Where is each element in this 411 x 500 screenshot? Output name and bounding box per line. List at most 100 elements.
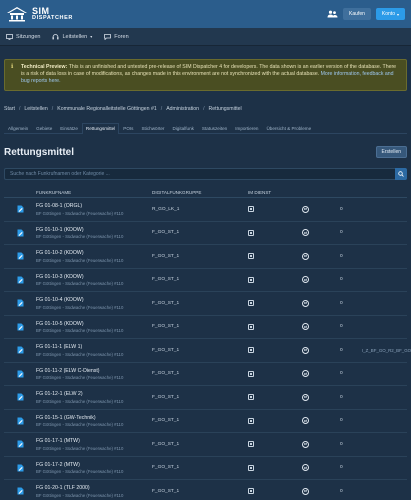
tab-pois[interactable]: POIs bbox=[119, 123, 137, 134]
table-row[interactable]: FG 01-10-5 (KDOW) BF Göttingen - Südwach… bbox=[4, 316, 407, 339]
status-circle-icon[interactable]: ⇄ bbox=[302, 440, 309, 448]
breadcrumb-administration[interactable]: Administration bbox=[166, 106, 199, 112]
nav-foren[interactable]: Foren bbox=[104, 34, 129, 40]
table-row[interactable]: FG 01-17-2 (MTW) BF Göttingen - Südwache… bbox=[4, 457, 407, 480]
status-circle-icon[interactable]: ⇄ bbox=[302, 417, 309, 425]
im-dienst-checkbox-icon[interactable] bbox=[248, 253, 254, 260]
vehicle-name[interactable]: FG 01-20-1 (TLF 2000) bbox=[36, 485, 152, 491]
konto-button[interactable]: Konto ▾ bbox=[375, 8, 405, 20]
nav-sitzungen[interactable]: Sitzungen bbox=[6, 34, 40, 40]
nav-leitstellen[interactable]: Leitstellen ▾ bbox=[52, 34, 92, 40]
status-circle-icon[interactable]: ⇄ bbox=[302, 346, 309, 354]
table-row[interactable]: FG 01-10-1 (KDOW) BF Göttingen - Südwach… bbox=[4, 222, 407, 245]
tab-digitalfunk[interactable]: Digitalfunk bbox=[168, 123, 197, 134]
search-input[interactable] bbox=[4, 168, 395, 180]
vehicle-name[interactable]: FG 01-17-1 (MTW) bbox=[36, 438, 152, 444]
edit-document-icon[interactable] bbox=[17, 464, 24, 472]
status-circle-icon[interactable]: ⇄ bbox=[302, 464, 309, 472]
breadcrumb-leitstellen[interactable]: Leitstellen bbox=[24, 106, 47, 112]
column-funkrufname[interactable]: FUNKRUFNAME bbox=[36, 190, 152, 195]
tab-rettungsmittel[interactable]: Rettungsmittel bbox=[81, 122, 120, 134]
tab-importieren[interactable]: Importieren bbox=[231, 123, 262, 134]
vehicle-name[interactable]: FG 01-10-2 (KDOW) bbox=[36, 250, 152, 256]
table-row[interactable]: FG 01-15-1 (GW-Technik) BF Göttingen - S… bbox=[4, 410, 407, 433]
vehicle-count: 0 bbox=[340, 418, 343, 424]
breadcrumb-leitstelle[interactable]: Kommunale Regionalleitstelle Göttingen #… bbox=[57, 106, 157, 112]
edit-document-icon[interactable] bbox=[17, 393, 24, 401]
table-row[interactable]: FG 01-10-4 (KDOW) BF Göttingen - Südwach… bbox=[4, 292, 407, 316]
column-digitalfunkgruppe[interactable]: DIGITALFUNKGRUPPE bbox=[152, 190, 248, 195]
vehicle-name[interactable]: FG 01-11-2 (ELW C-Dienst) bbox=[36, 368, 152, 374]
vehicle-name[interactable]: FG 01-11-1 (ELW 1) bbox=[36, 344, 152, 350]
vehicle-name[interactable]: FG 01-10-1 (KDOW) bbox=[36, 227, 152, 233]
edit-document-icon[interactable] bbox=[17, 252, 24, 260]
table-row[interactable]: FG 01-11-2 (ELW C-Dienst) BF Göttingen -… bbox=[4, 363, 407, 386]
vehicle-name[interactable]: FG 01-15-1 (GW-Technik) bbox=[36, 415, 152, 421]
status-circle-icon[interactable]: ⇄ bbox=[302, 276, 309, 284]
tab-statuszeiten[interactable]: Statuszeiten bbox=[198, 123, 231, 134]
tab-stichwoerter[interactable]: Stichwörter bbox=[137, 123, 168, 134]
status-circle-icon[interactable]: ⇄ bbox=[302, 299, 309, 307]
vehicle-group: R_GO_LK_1 bbox=[152, 206, 180, 212]
edit-document-icon[interactable] bbox=[17, 440, 24, 448]
status-circle-icon[interactable]: ⇄ bbox=[302, 487, 309, 495]
edit-document-icon[interactable] bbox=[17, 299, 24, 307]
im-dienst-checkbox-icon[interactable] bbox=[248, 276, 254, 283]
edit-document-icon[interactable] bbox=[17, 323, 24, 331]
status-circle-icon[interactable]: ⇄ bbox=[302, 370, 309, 378]
im-dienst-checkbox-icon[interactable] bbox=[248, 370, 254, 377]
vehicle-name[interactable]: FG 01-17-2 (MTW) bbox=[36, 462, 152, 468]
table-row[interactable]: FG 01-10-3 (KDOW) BF Göttingen - Südwach… bbox=[4, 269, 407, 292]
vehicle-count: 0 bbox=[340, 394, 343, 400]
page-title: Rettungsmittel bbox=[4, 146, 74, 158]
im-dienst-checkbox-icon[interactable] bbox=[248, 206, 254, 213]
im-dienst-checkbox-icon[interactable] bbox=[248, 229, 254, 236]
nav-leitstellen-label: Leitstellen bbox=[62, 33, 88, 40]
im-dienst-checkbox-icon[interactable] bbox=[248, 488, 254, 495]
vehicle-name[interactable]: FG 01-10-5 (KDOW) bbox=[36, 321, 152, 327]
table-row[interactable]: FG 01-17-1 (MTW) BF Göttingen - Südwache… bbox=[4, 433, 407, 457]
vehicle-name[interactable]: FG 01-12-1 (ELW 2) bbox=[36, 391, 152, 397]
tab-gebiete[interactable]: Gebiete bbox=[32, 123, 56, 134]
table-row[interactable]: FG 01-08-1 (ORGL) BF Göttingen - Südwach… bbox=[4, 198, 407, 222]
status-circle-icon[interactable]: ⇄ bbox=[302, 229, 309, 237]
im-dienst-checkbox-icon[interactable] bbox=[248, 464, 254, 471]
edit-document-icon[interactable] bbox=[17, 205, 24, 213]
app-logo[interactable]: SIM DISPATCHER bbox=[6, 6, 73, 22]
column-im-dienst[interactable]: IM DIENST bbox=[248, 190, 302, 195]
im-dienst-checkbox-icon[interactable] bbox=[248, 300, 254, 307]
sim-dispatcher-logo-icon bbox=[7, 7, 27, 22]
table-row[interactable]: FG 01-12-1 (ELW 2) BF Göttingen - Südwac… bbox=[4, 386, 407, 410]
tab-einsaetze[interactable]: Einsätze bbox=[56, 123, 82, 134]
im-dienst-checkbox-icon[interactable] bbox=[248, 417, 254, 424]
edit-document-icon[interactable] bbox=[17, 276, 24, 284]
edit-document-icon[interactable] bbox=[17, 417, 24, 425]
edit-document-icon[interactable] bbox=[17, 346, 24, 354]
search-button[interactable] bbox=[395, 168, 407, 180]
im-dienst-checkbox-icon[interactable] bbox=[248, 441, 254, 448]
im-dienst-checkbox-icon[interactable] bbox=[248, 323, 254, 330]
vehicle-name[interactable]: FG 01-10-4 (KDOW) bbox=[36, 297, 152, 303]
table-row[interactable]: FG 01-11-1 (ELW 1) BF Göttingen - Südwac… bbox=[4, 339, 411, 363]
im-dienst-checkbox-icon[interactable] bbox=[248, 347, 254, 354]
tab-uebersicht[interactable]: Übersicht & Probleme bbox=[262, 123, 315, 134]
vehicle-group: F_GO_ST_1 bbox=[152, 488, 180, 494]
status-circle-icon[interactable]: ⇄ bbox=[302, 205, 309, 213]
status-circle-icon[interactable]: ⇄ bbox=[302, 323, 309, 331]
status-circle-icon[interactable]: ⇄ bbox=[302, 393, 309, 401]
tab-allgemein[interactable]: Allgemein bbox=[4, 123, 32, 134]
edit-document-icon[interactable] bbox=[17, 229, 24, 237]
im-dienst-checkbox-icon[interactable] bbox=[248, 394, 254, 401]
edit-document-icon[interactable] bbox=[17, 370, 24, 378]
admin-tabs: Allgemein Gebiete Einsätze Rettungsmitte… bbox=[4, 122, 407, 134]
edit-document-icon[interactable] bbox=[17, 487, 24, 495]
table-row[interactable]: FG 01-20-1 (TLF 2000) BF Göttingen - Süd… bbox=[4, 480, 407, 500]
status-circle-icon[interactable]: ⇄ bbox=[302, 252, 309, 260]
breadcrumb-start[interactable]: Start bbox=[4, 106, 15, 112]
erstellen-button[interactable]: Erstellen bbox=[375, 146, 407, 158]
users-icon[interactable] bbox=[327, 10, 338, 18]
vehicle-name[interactable]: FG 01-08-1 (ORGL) bbox=[36, 203, 152, 209]
kaufen-button[interactable]: Kaufen bbox=[343, 8, 371, 20]
table-row[interactable]: FG 01-10-2 (KDOW) BF Göttingen - Südwach… bbox=[4, 245, 407, 269]
vehicle-name[interactable]: FG 01-10-3 (KDOW) bbox=[36, 274, 152, 280]
